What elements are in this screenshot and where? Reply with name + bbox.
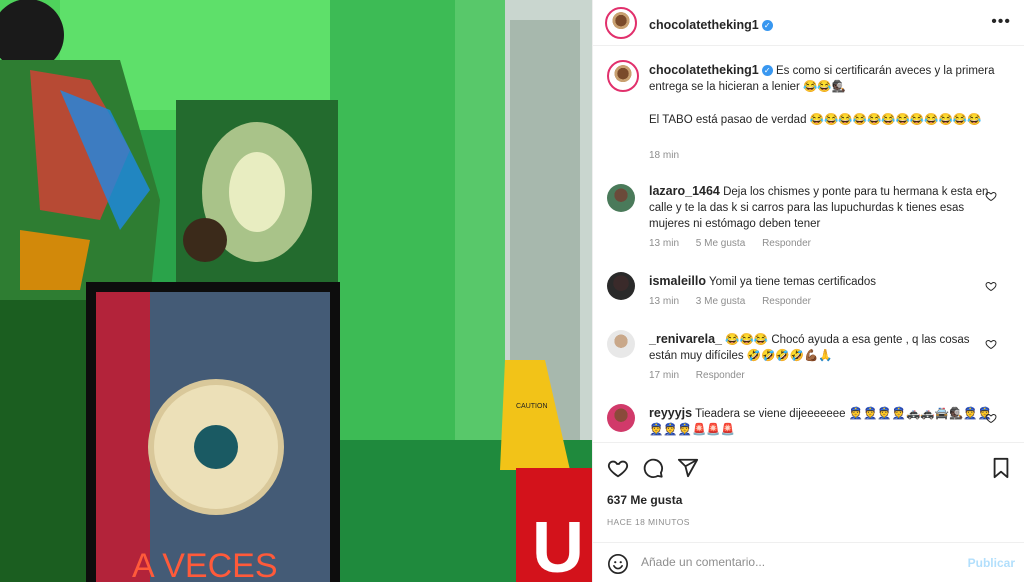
like-comment-heart-icon[interactable] — [985, 190, 997, 202]
share-paper-plane-icon[interactable] — [677, 457, 699, 479]
like-comment-heart-icon[interactable] — [985, 338, 997, 350]
reply-link[interactable]: Responder — [762, 296, 811, 307]
post-timestamp: HACE 18 MINUTOS — [607, 517, 690, 527]
comment-text: Tieadera se viene dijeeeeeee 👮👮👮👮🚓🚓🚔🕵🏿👮👮… — [649, 408, 992, 436]
comment-time: 17 min — [649, 370, 680, 381]
caption: chocolatetheking1 ✓ Es como si certificar… — [607, 60, 1007, 170]
add-comment-bar: Añade un comentario... Publicar — [593, 542, 1024, 582]
comment-time: 13 min — [649, 296, 680, 307]
caption-time: 18 min — [649, 150, 680, 161]
comment-item: _renivarela_ 😂😂😂 Chocó ayuda a esa gente… — [607, 330, 1007, 386]
like-comment-heart-icon[interactable] — [985, 280, 997, 292]
post-actions: 637 Me gusta HACE 18 MINUTOS — [593, 442, 1024, 542]
comment-item: ismaleillo Yomil ya tiene temas certific… — [607, 272, 1007, 312]
comment-text: Yomil ya tiene temas certificados — [708, 276, 877, 288]
comments-list[interactable]: chocolatetheking1 ✓ Es como si certificar… — [593, 46, 1024, 442]
comment-avatar[interactable] — [607, 330, 635, 358]
post-image[interactable]: A VECES CAUTION U — [0, 0, 592, 582]
post-header: chocolatetheking1 ✓ ••• — [593, 0, 1024, 46]
comment-likes[interactable]: 3 Me gusta — [696, 296, 745, 307]
frame-text: A VECES — [132, 547, 278, 582]
header-username[interactable]: chocolatetheking1 — [649, 18, 759, 32]
caution-sign-text: CAUTION — [516, 403, 548, 410]
comment-input[interactable]: Añade un comentario... — [641, 555, 765, 569]
comment-username[interactable]: reyyyjs — [649, 406, 692, 420]
reply-link[interactable]: Responder — [696, 370, 745, 381]
caption-username[interactable]: chocolatetheking1 — [649, 63, 759, 77]
sticker-letter: U — [532, 508, 584, 582]
likes-count[interactable]: 637 Me gusta — [607, 493, 682, 507]
author-avatar[interactable] — [605, 7, 637, 39]
comment-item: reyyyjs Tieadera se viene dijeeeeeee 👮👮👮… — [607, 404, 1007, 442]
caption-line2: El TABO está pasao de verdad 😂😂😂😂😂😂😂😂😂😂😂… — [649, 114, 982, 126]
caption-avatar[interactable] — [607, 60, 639, 92]
like-heart-icon[interactable] — [607, 457, 629, 479]
comment-bubble-icon[interactable] — [642, 457, 664, 479]
comment-time: 13 min — [649, 238, 680, 249]
reply-link[interactable]: Responder — [762, 238, 811, 249]
comment-username[interactable]: _renivarela_ — [649, 332, 722, 346]
emoji-icon[interactable] — [607, 553, 629, 575]
comment-likes[interactable]: 5 Me gusta — [696, 238, 745, 249]
comment-avatar[interactable] — [607, 404, 635, 432]
comment-username[interactable]: ismaleillo — [649, 274, 706, 288]
comment-avatar[interactable] — [607, 184, 635, 212]
post-panel: chocolatetheking1 ✓ ••• chocolatetheking1… — [592, 0, 1024, 582]
more-options-icon[interactable]: ••• — [991, 14, 1011, 30]
comment-item: lazaro_1464 Deja los chismes y ponte par… — [607, 184, 1007, 254]
comment-username[interactable]: lazaro_1464 — [649, 184, 720, 198]
comment-avatar[interactable] — [607, 272, 635, 300]
verified-badge-icon: ✓ — [761, 65, 773, 76]
save-bookmark-icon[interactable] — [991, 457, 1011, 479]
post-photo: A VECES CAUTION U — [0, 0, 592, 582]
verified-badge-icon: ✓ — [761, 20, 773, 31]
publish-button[interactable]: Publicar — [968, 556, 1015, 570]
like-comment-heart-icon[interactable] — [985, 412, 997, 424]
